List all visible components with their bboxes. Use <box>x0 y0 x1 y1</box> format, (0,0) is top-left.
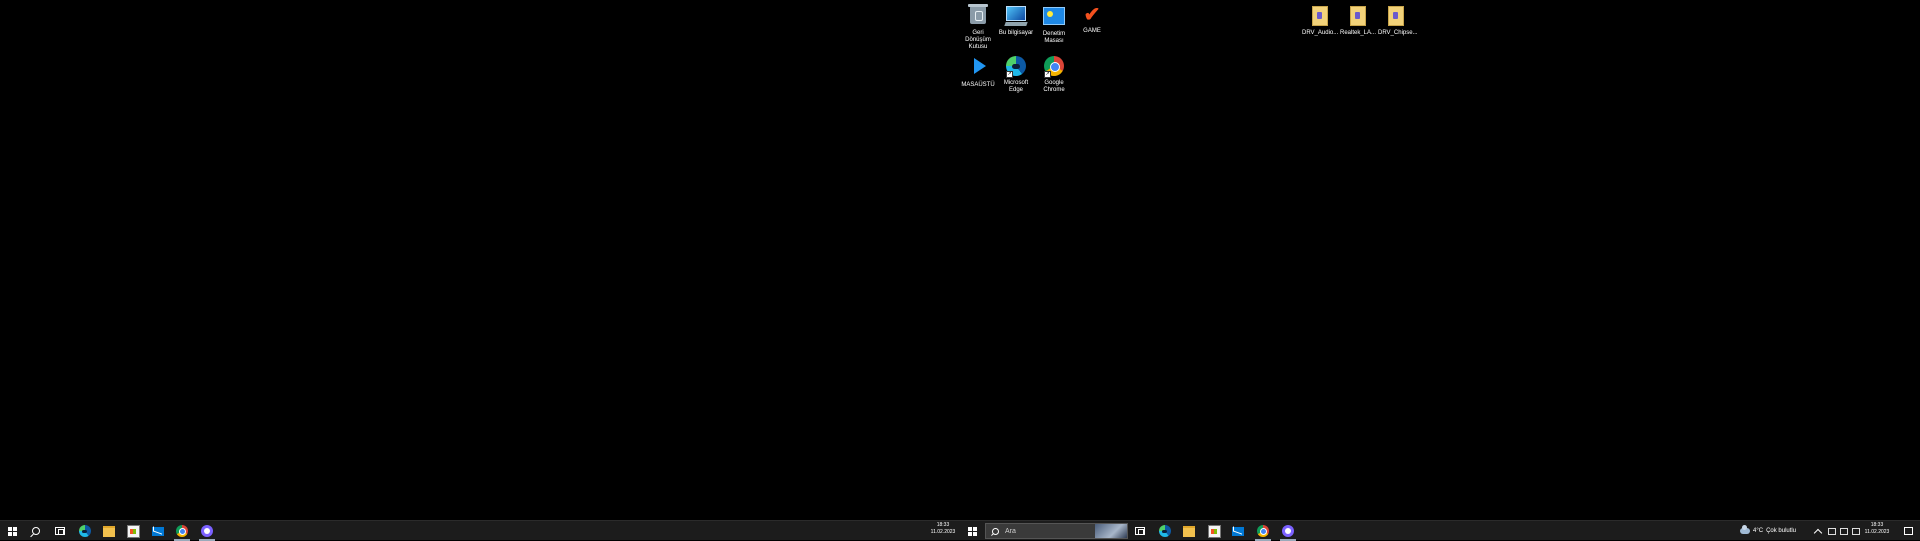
desktop-icon-this-pc[interactable]: Bu bilgisayar <box>998 4 1034 37</box>
weather-widget[interactable]: 4°C Çok bulutlu <box>1740 521 1796 541</box>
battery-icon[interactable] <box>1828 527 1836 535</box>
edge-icon <box>79 525 91 537</box>
taskbar-clock-right[interactable]: 18:33 11.02.2023 <box>1857 522 1897 536</box>
task-view-icon <box>1135 527 1145 535</box>
taskbar-search-box[interactable]: Ara <box>985 523 1128 539</box>
edge-icon <box>1159 525 1171 537</box>
search-button[interactable] <box>24 521 48 541</box>
desktop-icon-label: Bu bilgisayar <box>998 30 1034 36</box>
desktop-icon-label: Denetim Masası <box>1042 31 1066 44</box>
desktop-icon-label: GAME <box>1083 28 1101 34</box>
desktop-icon-label: Google Chrome <box>1043 80 1065 93</box>
play-icon <box>974 58 986 74</box>
desktop-icon-game[interactable]: ✔ GAME <box>1074 4 1110 35</box>
taskbar-edge-secondary[interactable] <box>1153 521 1177 541</box>
desktop-icon-label: Geri Dönüşüm Kutusu <box>965 30 991 50</box>
file-icon <box>1312 6 1328 26</box>
messenger-icon <box>1282 525 1294 537</box>
desktop-icon-realtek-lan[interactable]: Realtek_LA... <box>1340 4 1376 37</box>
windows-logo-icon <box>967 526 977 536</box>
action-center-button[interactable] <box>1896 521 1920 541</box>
task-view-button[interactable] <box>48 521 72 541</box>
task-view-button-secondary[interactable] <box>1128 521 1152 541</box>
system-tray <box>1813 521 1862 541</box>
taskbar-chrome[interactable] <box>170 521 194 541</box>
chrome-icon <box>1257 525 1269 537</box>
weather-condition: Çok bulutlu <box>1766 528 1797 534</box>
taskbar-mail-secondary[interactable] <box>1226 521 1250 541</box>
desktop-icon-edge[interactable]: ↗ Microsoft Edge <box>998 55 1034 94</box>
clock-date: 11.02.2023 <box>930 529 956 535</box>
desktop-icon-control-panel[interactable]: Denetim Masası <box>1036 4 1072 45</box>
desktop-icon-label: DRV_Chipse... <box>1378 30 1418 36</box>
file-explorer-icon <box>1183 525 1195 537</box>
desktop-icon-label: DRV_Audio... <box>1302 30 1339 36</box>
desktop-icon-drv-audio[interactable]: DRV_Audio... <box>1302 4 1338 37</box>
store-icon <box>126 524 140 538</box>
shortcut-arrow-icon: ↗ <box>1044 71 1051 78</box>
messenger-icon <box>201 525 213 537</box>
cloud-icon <box>1740 525 1750 534</box>
notification-icon <box>1903 527 1913 535</box>
start-button-secondary[interactable] <box>960 521 984 541</box>
taskbar-store-secondary[interactable] <box>1202 521 1226 541</box>
clock-time: 18:33 <box>1870 522 1884 528</box>
desktop-icon-label: Microsoft Edge <box>1003 80 1029 93</box>
recycle-bin-icon <box>968 4 988 24</box>
taskbar-edge[interactable] <box>73 521 97 541</box>
file-explorer-icon <box>103 525 115 537</box>
clock-time: 18:33 <box>936 522 950 528</box>
desktop-icon-label: Realtek_LA... <box>1340 30 1377 36</box>
desktop-icon-chrome[interactable]: ↗ Google Chrome <box>1036 55 1072 94</box>
mail-icon <box>152 526 164 536</box>
taskbar-mail[interactable] <box>146 521 170 541</box>
windows-logo-icon <box>7 526 17 536</box>
taskbar-file-explorer[interactable] <box>97 521 121 541</box>
taskbar-clock-left[interactable]: 18:33 11.02.2023 <box>923 522 963 536</box>
chrome-icon <box>176 525 188 537</box>
desktop-icon-masaustu[interactable]: MASAÜSTÜ <box>960 55 996 89</box>
file-icon <box>1350 6 1366 26</box>
search-icon <box>32 527 40 535</box>
control-panel-icon <box>1043 7 1065 25</box>
weather-temperature: 4°C <box>1753 528 1764 534</box>
shortcut-arrow-icon: ↗ <box>1006 71 1013 78</box>
taskbar-messenger[interactable] <box>195 521 219 541</box>
show-hidden-icons-chevron-icon[interactable] <box>1813 528 1823 537</box>
clock-date: 11.02.2023 <box>1864 529 1890 535</box>
file-icon <box>1388 6 1404 26</box>
taskbar-chrome-secondary[interactable] <box>1251 521 1275 541</box>
search-icon <box>992 527 999 535</box>
start-button[interactable] <box>0 521 24 541</box>
search-placeholder: Ara <box>1005 527 1016 535</box>
desktop-background: Geri Dönüşüm Kutusu Bu bilgisayar Deneti… <box>0 0 1920 520</box>
taskbar-store[interactable] <box>121 521 145 541</box>
store-icon <box>1207 524 1221 538</box>
taskbar: 18:33 11.02.2023 Ara 4°C Çok bulutlu 18:… <box>0 520 1920 541</box>
checkmark-icon: ✔ <box>1083 4 1101 26</box>
desktop-icon-drv-chipset[interactable]: DRV_Chipse... <box>1378 4 1418 37</box>
search-highlight-image <box>1095 524 1127 538</box>
taskbar-messenger-secondary[interactable] <box>1276 521 1300 541</box>
desktop-icon-label: MASAÜSTÜ <box>961 82 995 88</box>
desktop-icon-recycle-bin[interactable]: Geri Dönüşüm Kutusu <box>960 4 996 51</box>
task-view-icon <box>55 527 65 535</box>
network-icon[interactable] <box>1840 527 1848 535</box>
this-pc-icon <box>1004 6 1028 28</box>
taskbar-file-explorer-secondary[interactable] <box>1177 521 1201 541</box>
mail-icon <box>1232 526 1244 536</box>
